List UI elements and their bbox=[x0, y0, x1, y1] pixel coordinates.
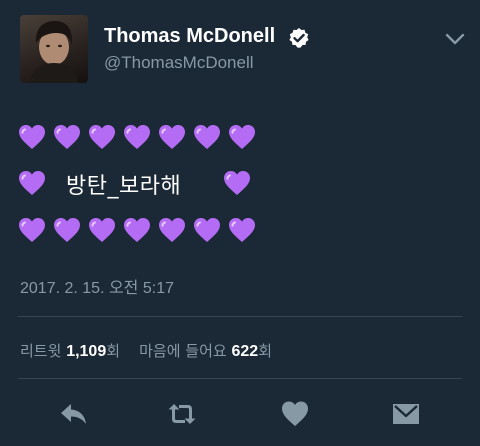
chevron-down-icon[interactable] bbox=[444, 31, 466, 47]
direct-message-icon[interactable] bbox=[390, 398, 422, 430]
retweets-count[interactable]: 1,109 bbox=[66, 343, 106, 360]
author-avatar[interactable] bbox=[20, 15, 88, 83]
purple-heart-icon bbox=[223, 170, 251, 196]
divider-bottom bbox=[18, 378, 462, 379]
likes-label: 마음에 들어요 bbox=[139, 342, 227, 360]
purple-heart-icon bbox=[158, 217, 186, 243]
author-name[interactable]: Thomas McDonell bbox=[104, 25, 275, 48]
author-handle[interactable]: @ThomasMcDonell bbox=[104, 53, 254, 73]
purple-heart-icon bbox=[88, 124, 116, 150]
purple-heart-icon bbox=[158, 124, 186, 150]
purple-heart-icon bbox=[123, 217, 151, 243]
purple-heart-icon bbox=[228, 217, 256, 243]
purple-heart-icon bbox=[18, 217, 46, 243]
reply-icon[interactable] bbox=[58, 398, 90, 430]
purple-heart-icon bbox=[123, 124, 151, 150]
purple-heart-icon bbox=[53, 217, 81, 243]
purple-heart-icon bbox=[228, 124, 256, 150]
engagement-stats: 리트윗 1,109회 마음에 들어요 622회 bbox=[20, 340, 272, 361]
divider-top bbox=[18, 316, 462, 317]
verified-badge-icon bbox=[289, 28, 309, 48]
retweets-unit: 회 bbox=[106, 342, 121, 360]
likes-unit: 회 bbox=[258, 342, 272, 360]
purple-heart-icon bbox=[18, 170, 46, 196]
tweet-timestamp[interactable]: 2017. 2. 15. 오전 5:17 bbox=[20, 274, 174, 298]
tweet-text: 방탄_보라해 bbox=[66, 174, 182, 199]
purple-heart-icon bbox=[193, 217, 221, 243]
retweets-label: 리트윗 bbox=[20, 342, 62, 360]
retweet-icon[interactable] bbox=[166, 398, 198, 430]
purple-heart-icon bbox=[18, 124, 46, 150]
purple-heart-icon bbox=[88, 217, 116, 243]
purple-heart-icon bbox=[193, 124, 221, 150]
likes-count[interactable]: 622 bbox=[231, 343, 258, 360]
like-icon[interactable] bbox=[279, 398, 311, 430]
purple-heart-icon bbox=[53, 124, 81, 150]
avatar-portrait bbox=[30, 21, 78, 83]
